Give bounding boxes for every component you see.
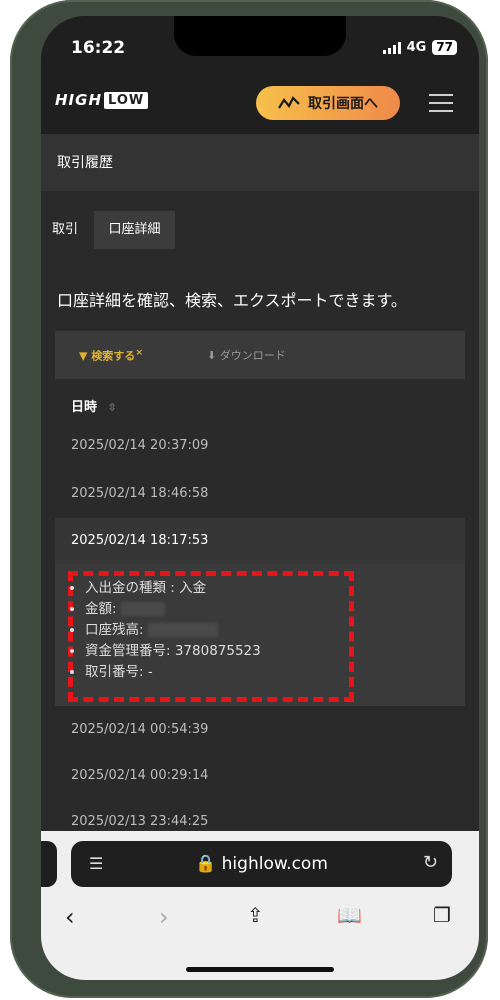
camera-icon xyxy=(355,38,363,46)
redacted-value xyxy=(120,602,165,616)
share-icon[interactable]: ⇪ xyxy=(247,903,264,927)
detail-list: 入出金の種類 : 入金 金額: 口座残高: 資金管理番号: 3780875523… xyxy=(55,578,261,683)
battery-icon: 77 xyxy=(432,40,457,55)
chart-trend-icon xyxy=(278,96,300,109)
search-clear-mark: × xyxy=(135,347,143,358)
highlow-logo[interactable]: HIGH LOW xyxy=(55,91,149,109)
phone-frame: 16:22 4G 77 HIGH LOW 取引画面へ 取引履歴 取引 口座詳細 … xyxy=(10,0,488,998)
home-indicator xyxy=(186,967,334,972)
download-button[interactable]: ⬇ ダウンロード xyxy=(207,347,286,363)
bookmarks-icon[interactable]: 📖 xyxy=(337,903,362,927)
date-column-header[interactable]: 日時 ⇳ xyxy=(71,396,117,415)
detail-trade-no: 取引番号: - xyxy=(85,662,261,683)
column-label: 日時 xyxy=(71,400,98,415)
description-text: 口座詳細を確認、検索、エクスポートできます。 xyxy=(57,291,407,310)
notch xyxy=(174,16,363,56)
detail-amount: 金額: xyxy=(85,599,261,620)
logo-high: HIGH xyxy=(55,91,103,109)
browser-nav: ‹ › ⇪ 📖 ❐ xyxy=(41,899,479,939)
download-label: ダウンロード xyxy=(219,349,286,362)
url-text: 🔒 highlow.com xyxy=(71,854,452,874)
table-row[interactable]: 2025/02/14 00:29:14 xyxy=(71,768,208,783)
hamburger-menu-icon[interactable] xyxy=(429,94,453,118)
signal-icon xyxy=(382,41,401,54)
filter-icon: ▼ xyxy=(79,349,88,363)
reload-icon[interactable]: ↻ xyxy=(423,852,438,873)
table-row[interactable]: 2025/02/14 00:54:39 xyxy=(71,722,208,737)
detail-balance: 口座残高: xyxy=(85,620,261,641)
address-bar[interactable]: ☰ 🔒 highlow.com ↻ xyxy=(71,841,452,887)
row-detail-panel: 入出金の種類 : 入金 金額: 口座残高: 資金管理番号: 3780875523… xyxy=(55,564,465,706)
tab-account-details[interactable]: 口座詳細 xyxy=(94,211,175,249)
screen: 16:22 4G 77 HIGH LOW 取引画面へ 取引履歴 取引 口座詳細 … xyxy=(41,16,479,980)
lock-icon: 🔒 xyxy=(195,854,217,874)
sort-icon[interactable]: ⇳ xyxy=(108,401,117,414)
top-nav: HIGH LOW 取引画面へ xyxy=(41,74,479,134)
amount-label: 金額: xyxy=(85,601,117,617)
detail-type: 入出金の種類 : 入金 xyxy=(85,578,261,599)
row-date: 2025/02/14 18:17:53 xyxy=(71,533,209,548)
forward-icon[interactable]: › xyxy=(159,903,169,931)
network-label: 4G xyxy=(406,40,427,55)
balance-label: 口座残高: xyxy=(85,622,144,638)
tab-bar: 取引 口座詳細 xyxy=(41,211,479,249)
tab-switcher-edge[interactable] xyxy=(41,841,57,887)
table-row[interactable]: 2025/02/14 20:37:09 xyxy=(71,438,208,453)
search-button[interactable]: ▼ 検索する× xyxy=(79,347,143,364)
download-icon: ⬇ xyxy=(207,349,217,362)
detail-fund-id: 資金管理番号: 3780875523 xyxy=(85,641,261,662)
back-icon[interactable]: ‹ xyxy=(65,903,75,931)
logo-low: LOW xyxy=(104,91,149,109)
table-row[interactable]: 2025/02/14 18:46:58 xyxy=(71,486,208,501)
page-title: 取引履歴 xyxy=(57,155,113,171)
tabs-icon[interactable]: ❐ xyxy=(433,903,451,927)
page-header: 取引履歴 xyxy=(41,134,479,191)
status-time: 16:22 xyxy=(71,38,126,58)
url-label: highlow.com xyxy=(221,854,328,874)
trade-button-label: 取引画面へ xyxy=(308,96,378,112)
browser-toolbar: ☰ 🔒 highlow.com ↻ ‹ › ⇪ 📖 ❐ xyxy=(41,831,479,980)
table-row-expanded[interactable]: 2025/02/14 18:17:53 xyxy=(55,518,465,564)
redacted-value xyxy=(147,623,218,637)
tab-trades[interactable]: 取引 xyxy=(52,211,78,249)
search-label: 検索する xyxy=(91,349,136,363)
trade-screen-button[interactable]: 取引画面へ xyxy=(256,86,400,120)
filter-toolbar: ▼ 検索する× ⬇ ダウンロード xyxy=(55,331,465,379)
table-row[interactable]: 2025/02/13 23:44:25 xyxy=(71,814,208,829)
status-icons: 4G 77 xyxy=(382,40,457,55)
